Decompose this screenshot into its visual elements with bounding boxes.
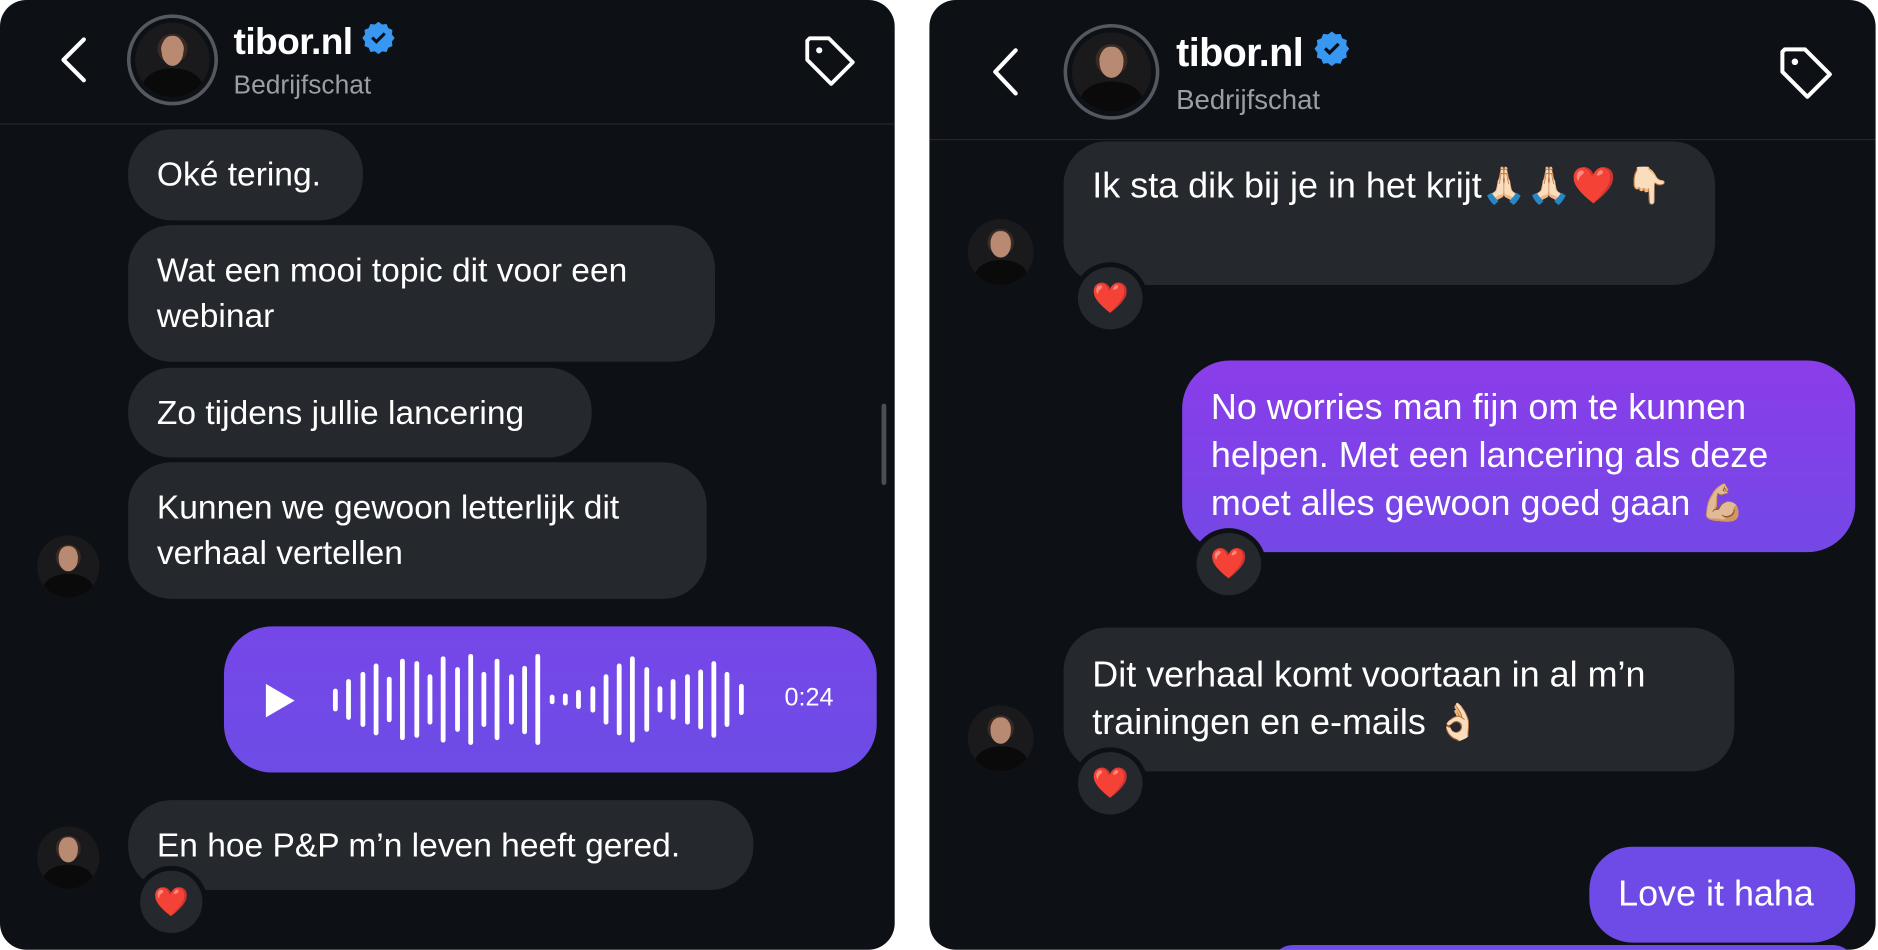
waveform-bar bbox=[711, 660, 717, 739]
waveform-bar bbox=[522, 665, 528, 734]
message-bubble-outgoing[interactable]: Love it haha bbox=[1589, 846, 1856, 943]
waveform-bar bbox=[387, 676, 392, 723]
waveform-bar bbox=[725, 672, 730, 727]
message-bubble[interactable]: Wat een mooi topic dit voor een webinar bbox=[128, 225, 716, 362]
waveform-bar bbox=[332, 688, 338, 711]
sender-avatar[interactable] bbox=[967, 705, 1034, 772]
message-bubble[interactable]: En hoe P&P m’n leven heeft gered. bbox=[128, 800, 754, 890]
contact-name-text: tibor.nl bbox=[233, 20, 354, 63]
verified-badge-icon bbox=[1314, 31, 1349, 66]
chat-subtitle: Bedrijfschat bbox=[1176, 83, 1321, 115]
waveform-bar bbox=[454, 667, 460, 732]
message-bubble-outgoing-partial[interactable] bbox=[1269, 944, 1857, 950]
message-bubble[interactable]: Ik sta dik bij je in het krijt🙏🏻🙏🏻❤️ 👇🏻 bbox=[1063, 141, 1716, 286]
message-text: Zo tijdens jullie lancering bbox=[156, 393, 525, 431]
waveform-bar bbox=[630, 656, 636, 743]
message-bubble-outgoing[interactable]: No worries man fijn om te kunnen helpen.… bbox=[1182, 360, 1856, 553]
sender-avatar[interactable] bbox=[967, 219, 1034, 286]
chat-subtitle: Bedrijfschat bbox=[233, 69, 372, 100]
heart-reaction[interactable]: ❤️ bbox=[1191, 528, 1266, 601]
waveform-bar bbox=[535, 653, 541, 745]
contact-name[interactable]: tibor.nl bbox=[234, 20, 396, 63]
waveform-bar bbox=[603, 674, 609, 725]
message-text: Love it haha bbox=[1618, 874, 1814, 914]
heart-reaction[interactable]: ❤️ bbox=[1073, 262, 1148, 335]
message-bubble[interactable]: Dit verhaal komt voortaan in al m’n trai… bbox=[1063, 627, 1735, 772]
waveform-bar bbox=[346, 678, 352, 720]
waveform-bar bbox=[589, 685, 595, 714]
message-text: Dit verhaal komt voortaan in al m’n trai… bbox=[1092, 655, 1646, 743]
waveform-bar bbox=[643, 667, 649, 732]
waveform-bar bbox=[698, 669, 703, 730]
waveform-bar bbox=[495, 658, 501, 741]
tag-icon[interactable] bbox=[802, 34, 857, 89]
waveform-bar bbox=[684, 674, 690, 725]
header-avatar[interactable] bbox=[1071, 32, 1151, 112]
waveform-bar bbox=[468, 653, 473, 745]
voice-waveform[interactable] bbox=[332, 652, 752, 748]
chat-panel-left: tibor.nl Bedrijfschat Oké tering. Wat ee… bbox=[0, 0, 895, 950]
back-chevron-icon[interactable] bbox=[57, 36, 88, 84]
message-bubble[interactable]: Zo tijdens jullie lancering bbox=[128, 367, 592, 458]
waveform-bar bbox=[441, 656, 446, 743]
waveform-bar bbox=[414, 660, 419, 739]
waveform-bar bbox=[400, 658, 406, 741]
waveform-bar bbox=[657, 685, 663, 714]
back-chevron-icon[interactable] bbox=[989, 47, 1020, 97]
waveform-bar bbox=[738, 683, 744, 716]
contact-name-text: tibor.nl bbox=[1176, 29, 1304, 75]
waveform-bar bbox=[481, 672, 487, 727]
waveform-bar bbox=[671, 678, 676, 720]
waveform-bar bbox=[427, 674, 433, 725]
waveform-bar bbox=[508, 674, 514, 725]
scrollbar[interactable] bbox=[881, 403, 887, 486]
header-divider bbox=[0, 123, 895, 125]
sender-avatar[interactable] bbox=[37, 535, 100, 598]
message-text: No worries man fijn om te kunnen helpen.… bbox=[1210, 388, 1769, 524]
voice-message[interactable]: 0:24 bbox=[223, 626, 877, 773]
waveform-bar bbox=[360, 672, 365, 727]
message-text: Kunnen we gewoon letterlijk dit verhaal … bbox=[156, 488, 620, 572]
message-bubble[interactable]: Kunnen we gewoon letterlijk dit verhaal … bbox=[128, 462, 707, 599]
message-text: En hoe P&P m’n leven heeft gered. bbox=[156, 825, 681, 863]
voice-duration: 0:24 bbox=[784, 683, 834, 712]
tag-icon[interactable] bbox=[1777, 44, 1834, 101]
message-text: Ik sta dik bij je in het krijt🙏🏻🙏🏻❤️ 👇🏻 bbox=[1092, 166, 1671, 207]
sender-avatar[interactable] bbox=[37, 826, 100, 889]
waveform-bar bbox=[562, 693, 568, 705]
heart-reaction[interactable]: ❤️ bbox=[135, 865, 208, 938]
waveform-bar bbox=[549, 694, 555, 704]
heart-reaction[interactable]: ❤️ bbox=[1073, 747, 1148, 820]
message-text: Oké tering. bbox=[156, 155, 321, 193]
waveform-bar bbox=[373, 663, 379, 736]
waveform-bar bbox=[576, 690, 582, 709]
verified-badge-icon bbox=[362, 21, 396, 54]
chat-panel-right: tibor.nl Bedrijfschat Ik sta dik bij je … bbox=[929, 0, 1876, 950]
waveform-bar bbox=[616, 663, 622, 736]
contact-name[interactable]: tibor.nl bbox=[1176, 30, 1349, 76]
message-bubble[interactable]: Oké tering. bbox=[128, 129, 363, 221]
play-icon[interactable] bbox=[263, 681, 297, 719]
message-text: Wat een mooi topic dit voor een webinar bbox=[156, 251, 628, 335]
header-divider bbox=[929, 138, 1876, 141]
header-avatar[interactable] bbox=[135, 22, 210, 98]
